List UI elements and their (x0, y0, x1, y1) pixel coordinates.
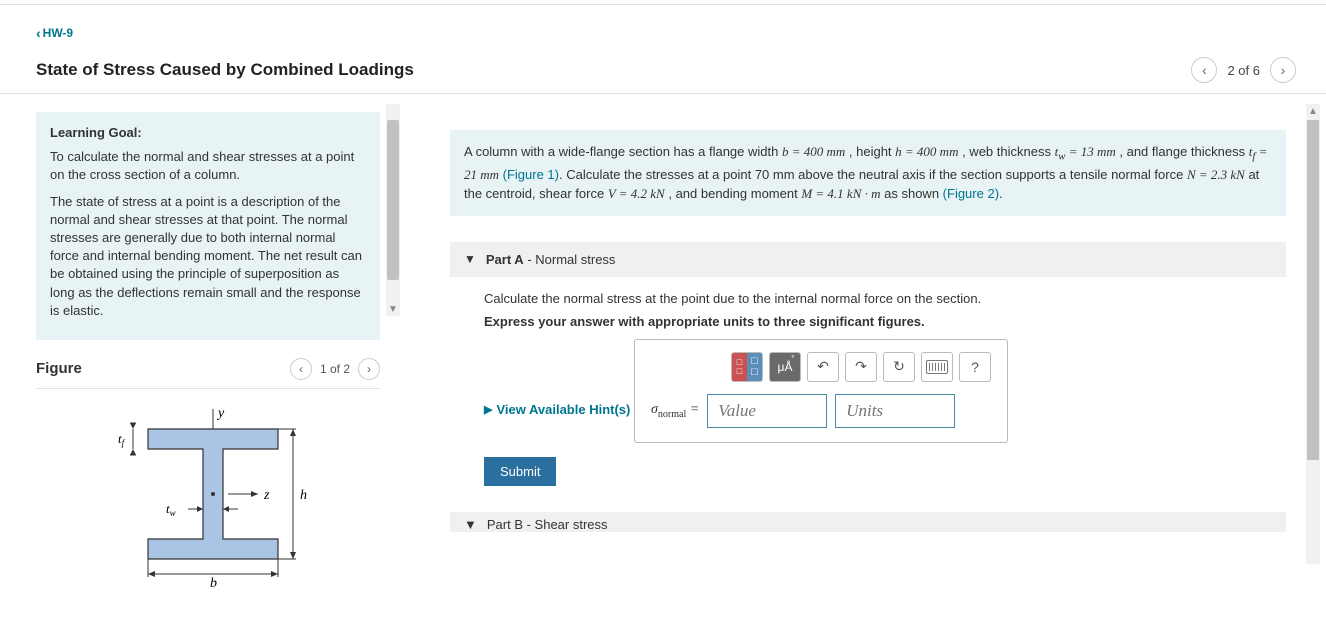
caret-down-icon: ▼ (464, 252, 476, 266)
right-scrollbar-thumb[interactable] (1307, 120, 1319, 460)
top-pager-text: 2 of 6 (1227, 63, 1260, 78)
part-b-subtitle: - Shear stress (523, 517, 608, 532)
keyboard-button[interactable] (921, 352, 953, 382)
value-input[interactable] (707, 394, 827, 428)
redo-button[interactable]: ↷ (845, 352, 877, 382)
svg-text:h: h (300, 488, 307, 503)
figure-prev-button[interactable]: ‹ (290, 358, 312, 380)
next-problem-button[interactable]: › (1270, 57, 1296, 83)
chevron-left-icon: ‹ (36, 25, 41, 41)
help-button[interactable]: ? (959, 352, 991, 382)
scroll-down-icon[interactable]: ▼ (386, 302, 400, 316)
learning-goal-box: Learning Goal: To calculate the normal a… (36, 112, 380, 340)
left-panel: ▲ ▼ Learning Goal: To calculate the norm… (0, 94, 400, 594)
back-link-label: HW-9 (43, 26, 73, 40)
top-pager: ‹ 2 of 6 › (1191, 57, 1296, 83)
figure-2-link[interactable]: (Figure 2) (943, 186, 999, 201)
learning-goal-p1: To calculate the normal and shear stress… (50, 148, 366, 184)
prev-problem-button[interactable]: ‹ (1191, 57, 1217, 83)
right-scroll-up-icon[interactable]: ▲ (1306, 104, 1320, 118)
svg-text:tw: tw (166, 501, 176, 518)
submit-button[interactable]: Submit (484, 457, 556, 486)
right-panel: ▲ A column with a wide-flange section ha… (400, 94, 1326, 594)
fraction-tool-button[interactable]: □□□□ (731, 352, 763, 382)
learning-goal-heading: Learning Goal: (50, 124, 366, 142)
caret-down-icon: ▼ (464, 517, 477, 532)
units-input[interactable] (835, 394, 955, 428)
view-hints-button[interactable]: ▶ View Available Hint(s) (484, 402, 630, 417)
part-b-header[interactable]: ▼ Part B - Shear stress (450, 512, 1286, 532)
figure-pager: ‹ 1 of 2 › (290, 358, 380, 380)
part-a-subtitle: - Normal stress (524, 252, 616, 267)
hints-label: View Available Hint(s) (496, 402, 630, 417)
svg-text:y: y (216, 406, 225, 421)
figure-ibeam-diagram: y z h (98, 399, 318, 589)
undo-button[interactable]: ↶ (807, 352, 839, 382)
header: ‹ HW-9 State of Stress Caused by Combine… (0, 5, 1326, 94)
page-title: State of Stress Caused by Combined Loadi… (36, 60, 414, 80)
figure-next-button[interactable]: › (358, 358, 380, 380)
equation-toolbar: □□□□ μÅ° ↶ ↷ ↻ ? (731, 352, 991, 382)
answer-box: □□□□ μÅ° ↶ ↷ ↻ ? σnormal = (634, 339, 1008, 443)
back-link[interactable]: ‹ HW-9 (36, 25, 73, 41)
reset-button[interactable]: ↻ (883, 352, 915, 382)
keyboard-icon (926, 360, 948, 374)
units-tool-button[interactable]: μÅ° (769, 352, 801, 382)
svg-text:z: z (263, 488, 270, 503)
sigma-label: σnormal = (651, 402, 699, 420)
part-a-question: Calculate the normal stress at the point… (484, 291, 1272, 306)
problem-statement: A column with a wide-flange section has … (450, 130, 1286, 216)
figure-1-link[interactable]: (Figure 1) (499, 167, 559, 182)
part-a-body: Calculate the normal stress at the point… (450, 277, 1286, 486)
learning-goal-p2: The state of stress at a point is a desc… (50, 193, 366, 320)
part-a-label: Part A (486, 252, 524, 267)
figure-heading: Figure (36, 360, 82, 377)
part-a-instruction: Express your answer with appropriate uni… (484, 314, 1272, 329)
svg-text:tf: tf (118, 431, 126, 448)
left-scrollbar-thumb[interactable] (387, 120, 399, 280)
caret-right-icon: ▶ (484, 403, 492, 416)
figure-pager-text: 1 of 2 (320, 362, 350, 376)
svg-text:b: b (210, 576, 217, 589)
part-b-label: Part B (487, 517, 523, 532)
part-a-header[interactable]: ▼ Part A - Normal stress (450, 242, 1286, 277)
